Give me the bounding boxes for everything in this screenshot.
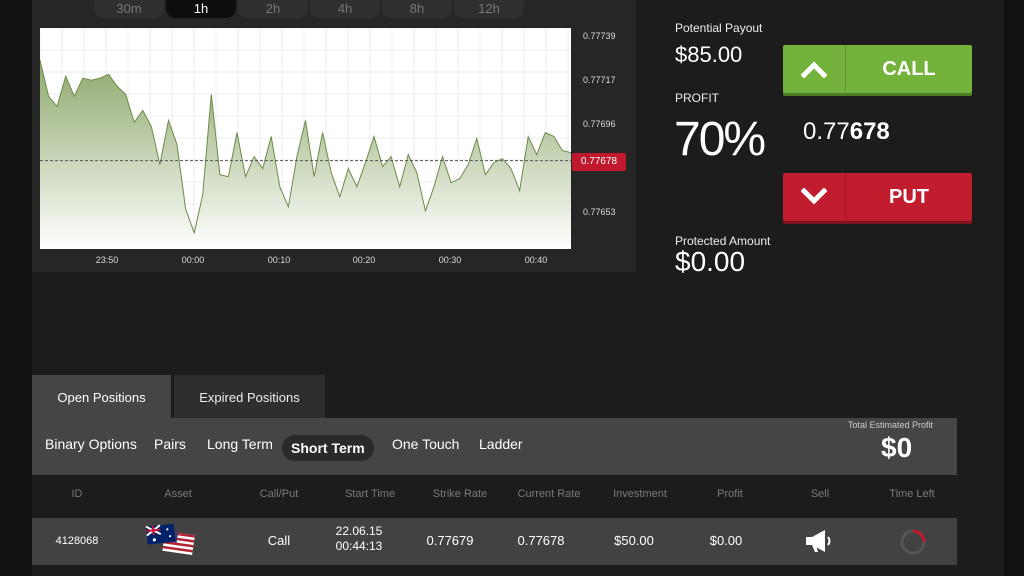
call-put-value: Call xyxy=(267,533,291,548)
tab-30m[interactable]: 30m xyxy=(94,0,164,18)
profit-label: PROFIT xyxy=(675,91,719,105)
put-button[interactable]: PUT xyxy=(783,173,972,221)
column-header-current-rate: Current Rate xyxy=(517,488,581,500)
y-tick-label: 0.77717 xyxy=(583,75,616,85)
tab-12h[interactable]: 12h xyxy=(454,0,524,18)
profit: $0.00 xyxy=(709,533,743,548)
profit-percentage: 70% xyxy=(674,113,766,166)
current-rate: 0.77678 xyxy=(517,533,565,548)
y-tick-label: 0.77653 xyxy=(583,207,616,217)
column-header-id: ID xyxy=(71,488,83,500)
potential-payout-value: $85.00 xyxy=(675,42,743,67)
column-header-time-left: Time Left xyxy=(889,488,935,500)
x-tick-label: 00:10 xyxy=(267,255,291,265)
potential-payout-label: Potential Payout xyxy=(675,21,763,35)
tab-1h[interactable]: 1h xyxy=(166,0,236,18)
column-header-asset: Asset xyxy=(164,488,192,500)
start-date: 22.06.15 xyxy=(335,524,383,538)
tab-4h[interactable]: 4h xyxy=(310,0,380,18)
timeframe-tabs: 30m 1h 2h 4h 8h 12h xyxy=(94,0,524,18)
price-chart-svg xyxy=(40,28,571,249)
right-edge xyxy=(1004,0,1024,576)
x-tick-label: 00:00 xyxy=(181,255,205,265)
column-header-investment: Investment xyxy=(613,488,667,500)
price-chart xyxy=(40,28,571,249)
time-left-indicator xyxy=(898,527,928,560)
investment: $50.00 xyxy=(614,533,654,548)
y-tick-label: 0.77696 xyxy=(583,119,616,129)
column-header-strike-rate: Strike Rate xyxy=(432,488,488,500)
protected-amount-value: $0.00 xyxy=(675,246,746,277)
chevron-down-icon xyxy=(783,173,846,221)
aud-usd-flags-icon xyxy=(142,522,202,561)
call-button[interactable]: CALL xyxy=(783,45,972,93)
tab-2h[interactable]: 2h xyxy=(238,0,308,18)
call-label: CALL xyxy=(882,58,936,80)
column-header-call-put: Call/Put xyxy=(259,488,299,500)
start-time: 00:44:13 xyxy=(335,539,383,553)
x-tick-label: 23:50 xyxy=(95,255,119,265)
current-price-suffix: 678 xyxy=(849,118,890,145)
x-tick-label: 00:20 xyxy=(352,255,376,265)
x-tick-label: 00:30 xyxy=(438,255,462,265)
current-price: 0.77678 xyxy=(803,118,890,146)
put-label: PUT xyxy=(889,186,929,208)
position-id: 4128068 xyxy=(55,535,99,547)
total-estimated-profit-label: Total Estimated Profit xyxy=(848,420,934,430)
chevron-up-icon xyxy=(783,45,846,93)
column-header-sell: Sell xyxy=(810,488,830,500)
table-row[interactable]: 4128068 Call 22.06.15 00:44:13 0.77679 0… xyxy=(32,518,957,565)
filter-long-term[interactable]: Long Term xyxy=(207,436,273,452)
y-tick-label: 0.77739 xyxy=(583,31,616,41)
filter-ladder[interactable]: Ladder xyxy=(479,436,523,452)
strike-rate: 0.77679 xyxy=(426,533,474,548)
sell-button[interactable] xyxy=(803,528,833,557)
total-estimated-profit-value: $0 xyxy=(881,432,913,463)
filter-binary-options[interactable]: Binary Options xyxy=(45,436,137,452)
positions-tabs: Open Positions Expired Positions xyxy=(32,375,325,418)
tab-open-positions[interactable]: Open Positions xyxy=(32,375,171,418)
megaphone-icon xyxy=(806,530,831,552)
x-tick-label: 00:40 xyxy=(524,255,548,265)
left-edge xyxy=(0,0,32,576)
filter-one-touch[interactable]: One Touch xyxy=(392,436,459,452)
filter-short-term[interactable]: Short Term xyxy=(282,435,374,461)
time-left-arc xyxy=(912,529,926,543)
filter-pairs[interactable]: Pairs xyxy=(154,436,186,452)
column-header-start-time: Start Time xyxy=(344,488,396,500)
tab-8h[interactable]: 8h xyxy=(382,0,452,18)
column-header-profit: Profit xyxy=(717,488,743,500)
tab-expired-positions[interactable]: Expired Positions xyxy=(174,375,325,418)
positions-filter-bar: Binary Options Pairs Long Term Short Ter… xyxy=(32,418,957,475)
current-price-prefix: 0.77 xyxy=(803,118,850,145)
current-price-tag: 0.77678 xyxy=(572,153,626,171)
